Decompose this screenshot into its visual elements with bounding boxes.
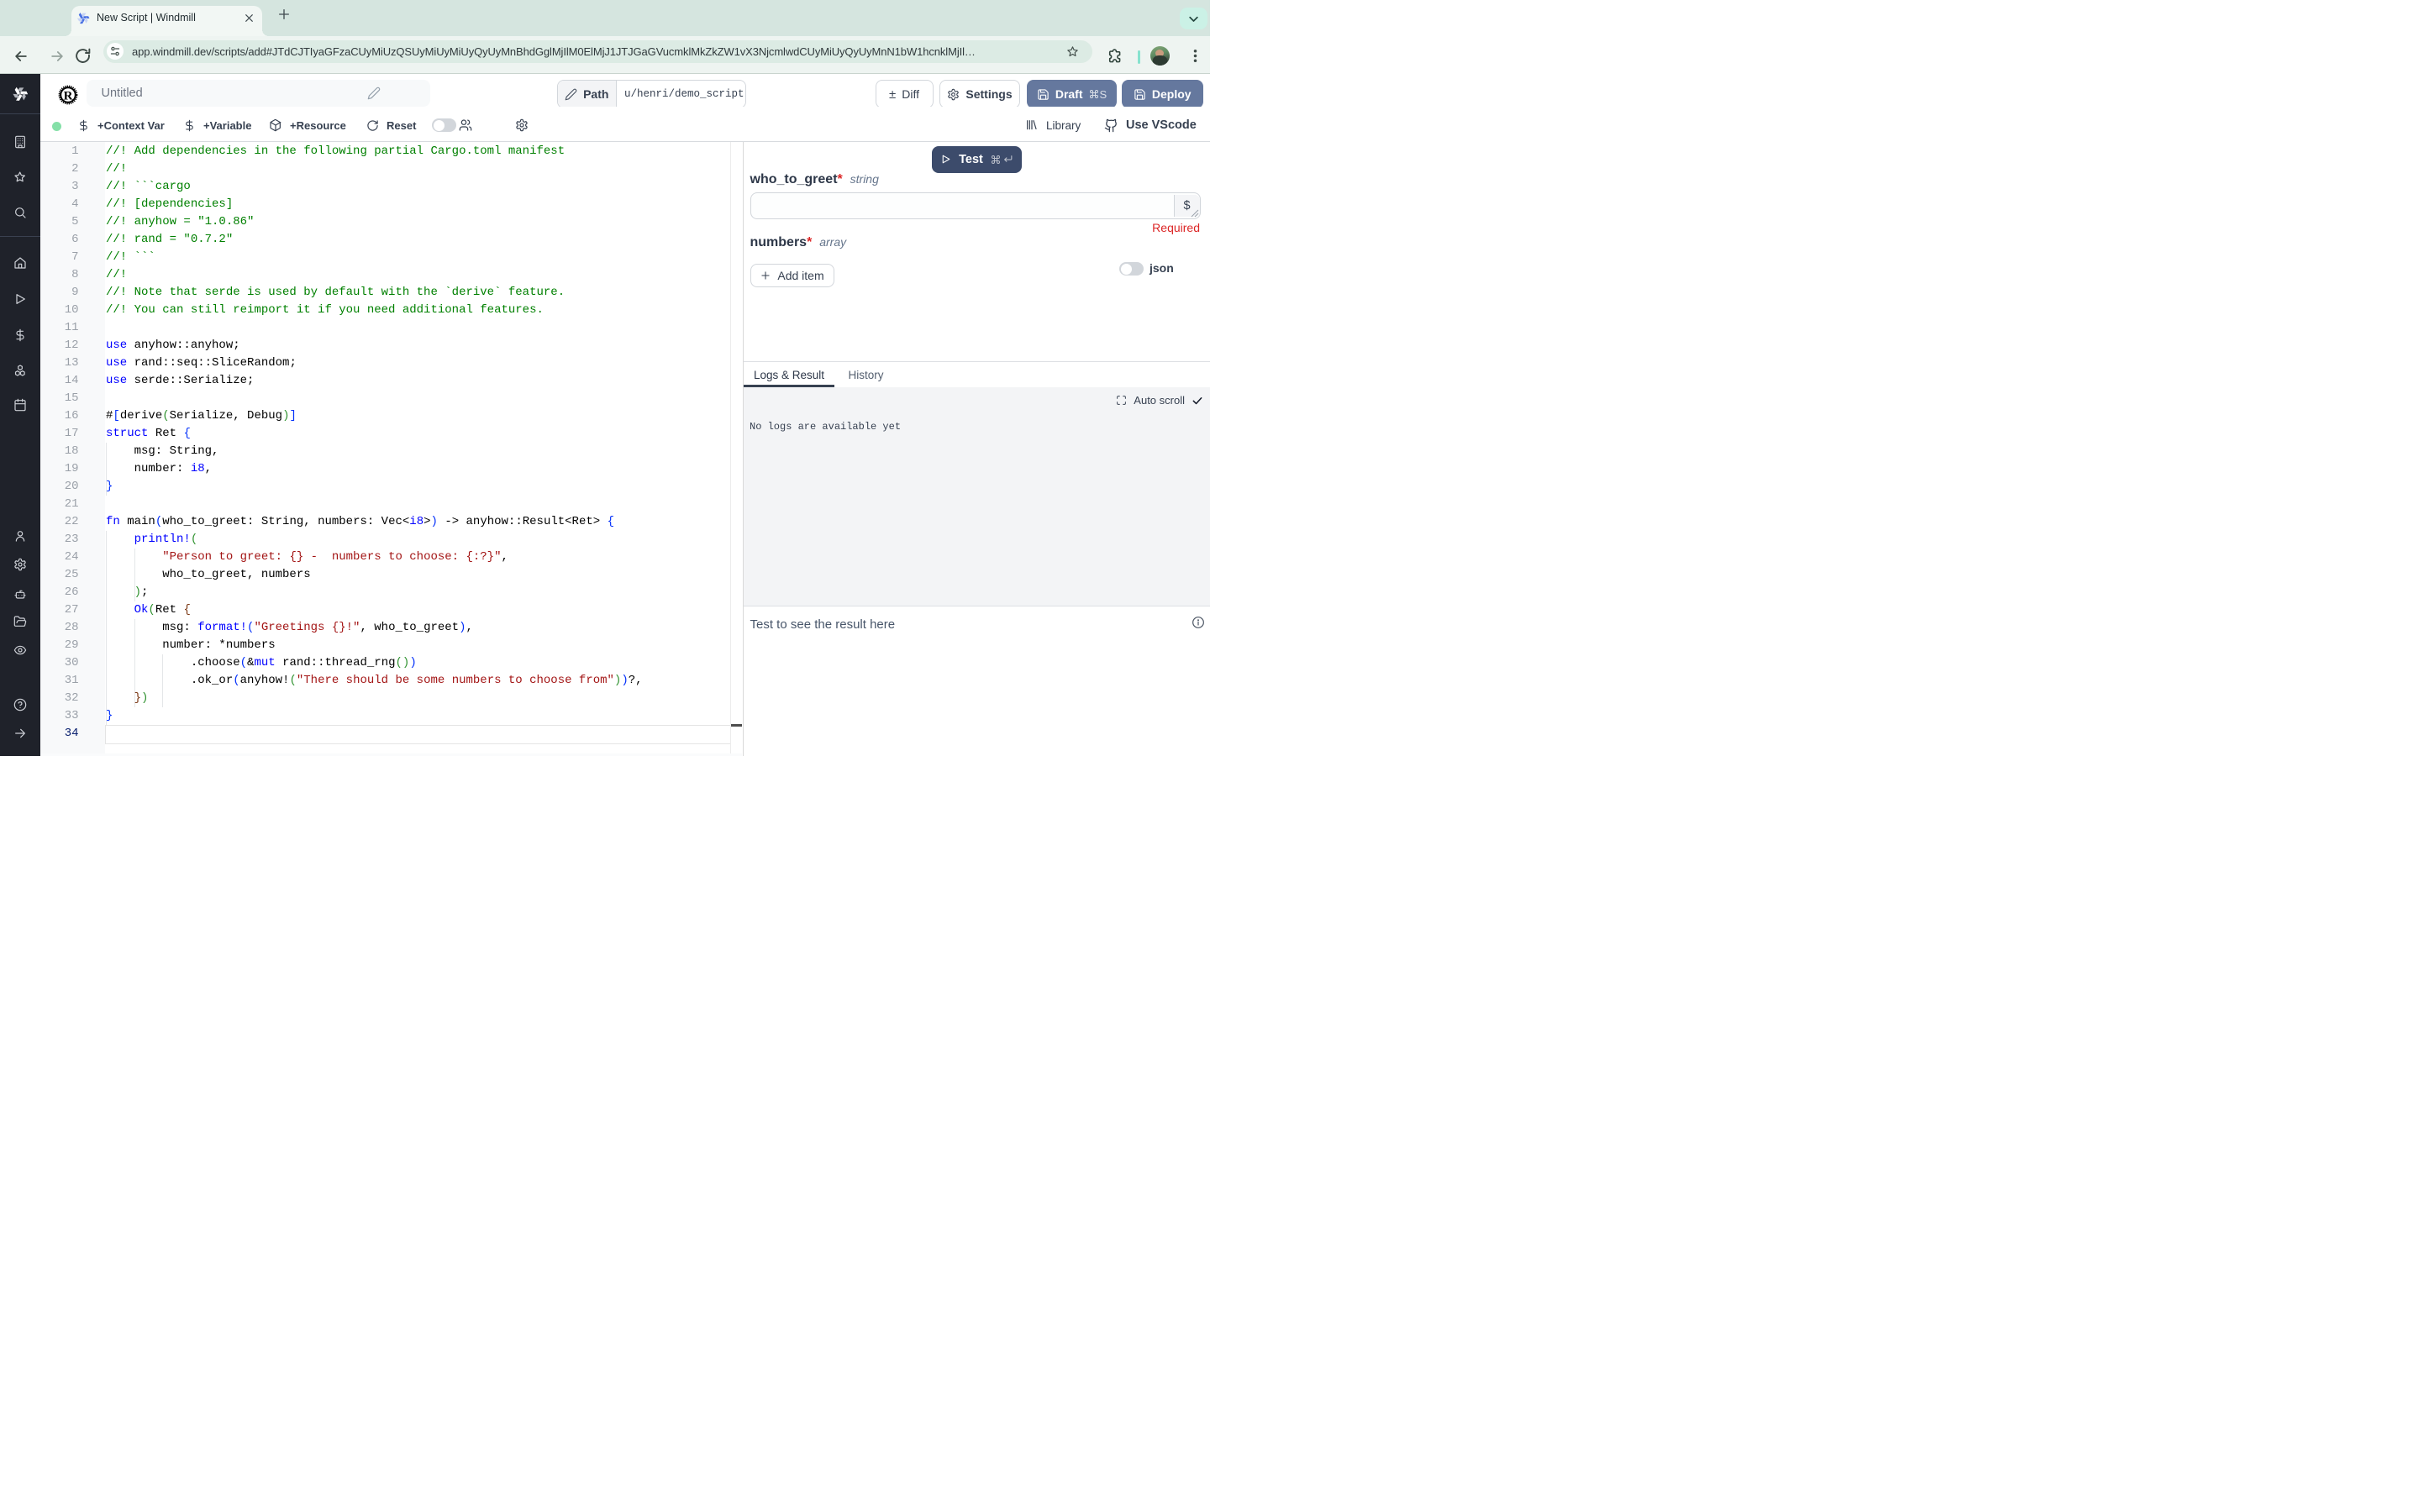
- svg-text:R: R: [64, 90, 73, 103]
